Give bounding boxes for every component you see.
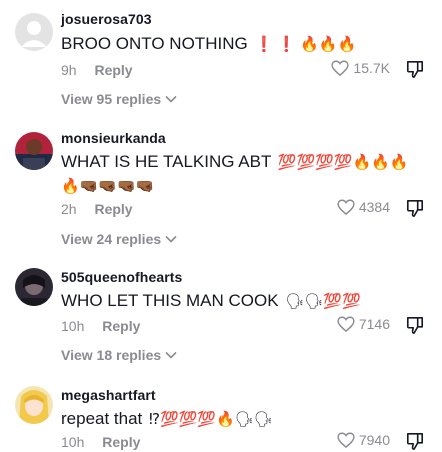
comment-emoji: 🔥🤜🏾🤜🏾🤜🏾🤜🏾 — [61, 178, 155, 195]
like-button[interactable]: 7146 — [337, 316, 390, 332]
comment-username[interactable]: 505queenofhearts — [61, 269, 182, 285]
comment-time: 10h — [61, 434, 85, 450]
comment-emoji: ⁉💯💯💯🔥🗣🗣 — [149, 411, 273, 428]
comment-item: monsieurkanda WHAT IS HE TALKING ABT 💯💯💯… — [0, 120, 442, 250]
user-photo-avatar — [15, 132, 53, 170]
like-button[interactable]: 4384 — [337, 199, 390, 215]
comment-item: 505queenofhearts WHO LET THIS MAN COOK 🗣… — [0, 262, 442, 374]
dislike-button[interactable] — [406, 432, 424, 451]
like-count: 4384 — [358, 199, 390, 215]
comment-text-line2: 🔥🤜🏾🤜🏾🤜🏾🤜🏾 — [61, 174, 154, 199]
thumbs-down-icon — [406, 317, 424, 334]
comment-emoji: 🗣🗣💯💯 — [285, 293, 361, 310]
comment-meta: 9h Reply — [61, 62, 133, 78]
user-photo-avatar — [15, 268, 53, 306]
view-replies-label: View 18 replies — [61, 347, 162, 363]
comment-text-body: WHO LET THIS MAN COOK — [61, 291, 279, 310]
comment-username[interactable]: josuerosa703 — [61, 11, 152, 27]
avatar[interactable] — [15, 268, 53, 306]
default-avatar-icon — [15, 13, 53, 51]
like-count: 7940 — [358, 432, 390, 448]
view-replies-label: View 24 replies — [61, 231, 162, 247]
heart-icon — [337, 316, 355, 332]
comment-text-body: repeat that — [61, 409, 143, 428]
like-count: 7146 — [358, 316, 390, 332]
chevron-down-icon — [165, 351, 177, 359]
avatar[interactable] — [15, 13, 53, 51]
comment-meta: 10h Reply — [61, 434, 140, 450]
like-button[interactable]: 7940 — [337, 432, 390, 448]
chevron-down-icon — [165, 235, 177, 243]
comment-emoji: ❗ ❗ 🔥🔥🔥 — [254, 36, 357, 53]
view-replies-button[interactable]: View 18 replies — [61, 347, 177, 363]
dislike-button[interactable] — [406, 199, 424, 218]
comment-time: 9h — [61, 62, 77, 78]
comment-text: BROO ONTO NOTHING ❗ ❗ 🔥🔥🔥 — [61, 32, 356, 57]
comment-text: WHAT IS HE TALKING ABT 💯💯💯💯🔥🔥🔥 — [61, 150, 409, 175]
comment-time: 2h — [61, 201, 77, 217]
like-button[interactable]: 15.7K — [331, 60, 390, 76]
comment-meta: 10h Reply — [61, 318, 140, 334]
thumbs-down-icon — [406, 61, 424, 78]
reply-button[interactable]: Reply — [94, 201, 132, 217]
dislike-button[interactable] — [406, 316, 424, 335]
reply-button[interactable]: Reply — [102, 318, 140, 334]
comment-username[interactable]: megashartfart — [61, 387, 156, 403]
comment-emoji: 💯💯💯💯🔥🔥🔥 — [277, 154, 409, 171]
comment-text: WHO LET THIS MAN COOK 🗣🗣💯💯 — [61, 289, 361, 314]
view-replies-button[interactable]: View 24 replies — [61, 231, 177, 247]
comment-item: megashartfart repeat that ⁉💯💯💯🔥🗣🗣 10h Re… — [0, 378, 442, 452]
avatar[interactable] — [15, 386, 53, 424]
comment-meta: 2h Reply — [61, 201, 133, 217]
heart-icon — [331, 60, 349, 76]
comment-item: josuerosa703 BROO ONTO NOTHING ❗ ❗ 🔥🔥🔥 9… — [0, 0, 442, 112]
reply-button[interactable]: Reply — [102, 434, 140, 450]
thumbs-down-icon — [406, 433, 424, 450]
comment-username[interactable]: monsieurkanda — [61, 130, 166, 146]
thumbs-down-icon — [406, 200, 424, 217]
heart-icon — [337, 432, 355, 448]
chevron-down-icon — [165, 95, 177, 103]
comment-time: 10h — [61, 318, 85, 334]
comment-text: repeat that ⁉💯💯💯🔥🗣🗣 — [61, 407, 273, 432]
like-count: 15.7K — [353, 60, 390, 76]
comment-text-body: BROO ONTO NOTHING — [61, 34, 248, 53]
comment-text-body: WHAT IS HE TALKING ABT — [61, 152, 272, 171]
avatar[interactable] — [15, 132, 53, 170]
view-replies-button[interactable]: View 95 replies — [61, 91, 177, 107]
anime-avatar — [15, 386, 53, 424]
dislike-button[interactable] — [406, 60, 424, 79]
reply-button[interactable]: Reply — [94, 62, 132, 78]
heart-icon — [337, 199, 355, 215]
view-replies-label: View 95 replies — [61, 91, 162, 107]
